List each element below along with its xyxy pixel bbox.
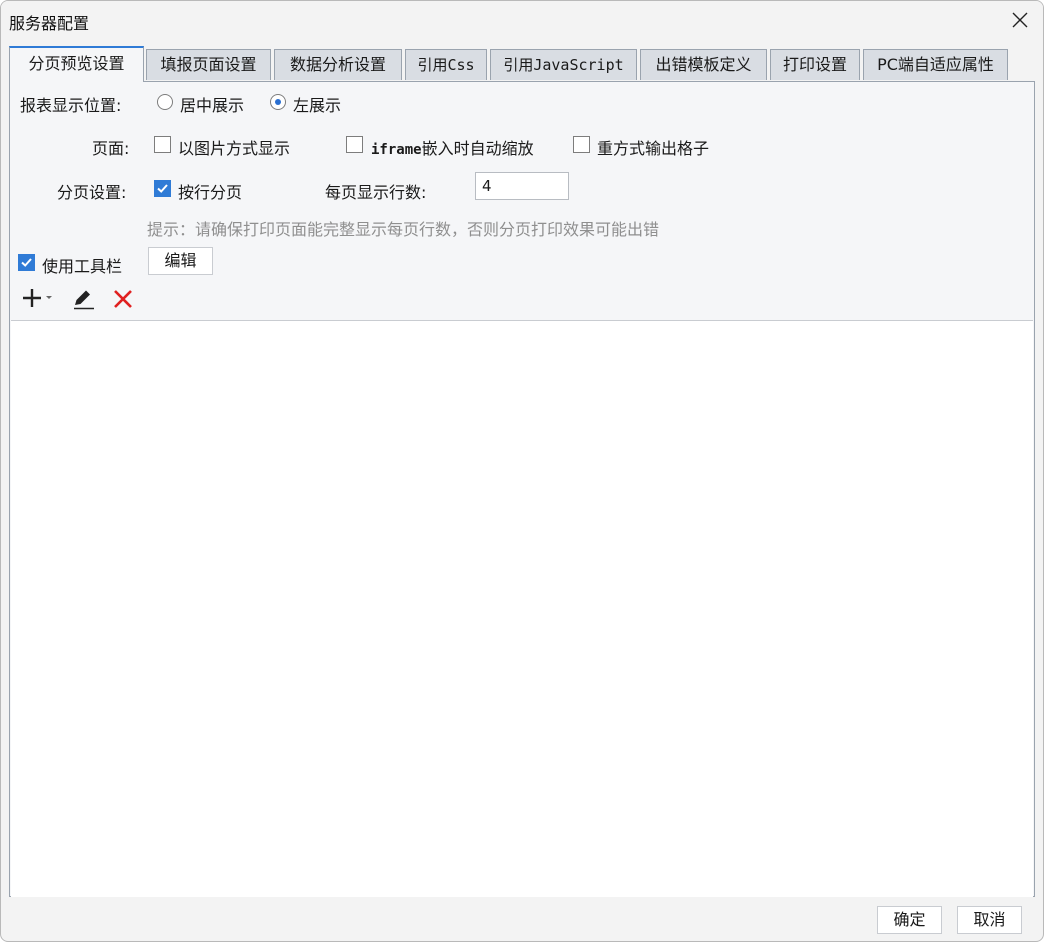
checkmark-icon	[157, 184, 168, 193]
radio-left-label[interactable]: 左展示	[293, 92, 341, 116]
tab-data-analysis[interactable]: 数据分析设置	[274, 49, 402, 80]
tab-pc-adaptive[interactable]: PC端自适应属性	[863, 49, 1008, 80]
radio-center[interactable]	[157, 94, 173, 110]
checkmark-icon	[21, 258, 32, 267]
report-position-label: 报表显示位置:	[20, 96, 122, 115]
tab-page-preview[interactable]: 分页预览设置	[9, 46, 144, 82]
edit-toolbar-button[interactable]: 编辑	[148, 247, 213, 275]
use-toolbar-label[interactable]: 使用工具栏	[42, 253, 122, 277]
add-icon[interactable]	[22, 288, 58, 312]
pagination-hint: 提示：请确保打印页面能完整显示每页行数，否则分页打印效果可能出错	[147, 220, 660, 239]
iframe-zoom-label[interactable]: iframe嵌入时自动缩放	[371, 135, 534, 159]
title-bar: 服务器配置	[1, 1, 1043, 39]
tab-fill-page[interactable]: 填报页面设置	[146, 49, 271, 80]
tab-error-template[interactable]: 出错模板定义	[640, 49, 767, 80]
delete-icon[interactable]	[112, 288, 134, 314]
rows-per-page-label: 每页显示行数:	[325, 183, 427, 202]
page-label: 页面:	[92, 139, 130, 158]
radio-left[interactable]	[270, 94, 286, 110]
pagination-label: 分页设置:	[57, 183, 127, 202]
checkbox-image-display[interactable]	[154, 136, 171, 153]
checkbox-use-toolbar[interactable]	[18, 254, 35, 271]
cancel-button[interactable]: 取消	[957, 906, 1022, 934]
radio-center-label[interactable]: 居中展示	[180, 92, 244, 116]
grid-output-label[interactable]: 重方式输出格子	[597, 135, 709, 159]
server-config-dialog: 服务器配置 分页预览设置 填报页面设置 数据分析设置 引用Css 引用JavaS…	[0, 0, 1044, 942]
close-button[interactable]	[997, 1, 1043, 39]
checkbox-grid-output[interactable]	[573, 136, 590, 153]
tab-print[interactable]: 打印设置	[770, 49, 860, 80]
close-icon	[1012, 12, 1028, 28]
ok-button[interactable]: 确定	[877, 906, 942, 934]
checkbox-iframe-zoom[interactable]	[346, 136, 363, 153]
toolbar-item-list[interactable]	[11, 320, 1033, 897]
tab-css[interactable]: 引用Css	[405, 49, 487, 80]
image-display-label[interactable]: 以图片方式显示	[178, 135, 290, 159]
tab-javascript[interactable]: 引用JavaScript	[490, 49, 637, 80]
by-row-label[interactable]: 按行分页	[178, 179, 242, 203]
window-title: 服务器配置	[9, 14, 90, 33]
edit-pencil-icon[interactable]	[72, 288, 96, 314]
tab-panel-page-preview: 报表显示位置: 居中展示 左展示 页面: 以图片方式显示 iframe嵌入时自动…	[9, 81, 1035, 897]
checkbox-by-row[interactable]	[154, 180, 171, 197]
rows-per-page-input[interactable]: 4	[475, 172, 569, 200]
